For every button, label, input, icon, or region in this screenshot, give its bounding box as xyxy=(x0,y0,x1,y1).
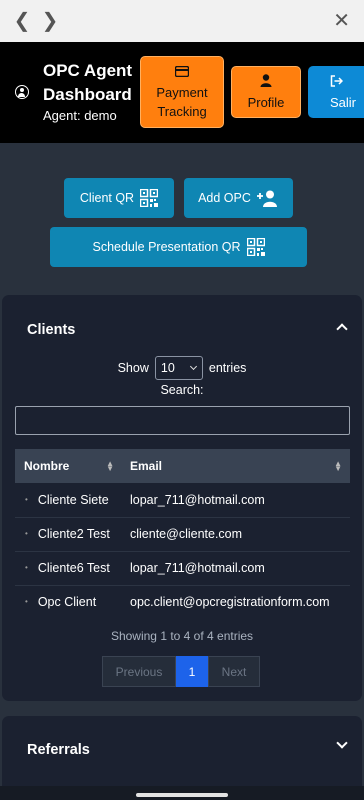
credit-card-icon xyxy=(174,63,190,82)
table-row[interactable]: Opc Client opc.client@opcregistrationfor… xyxy=(15,585,350,619)
clients-title: Clients xyxy=(27,322,76,338)
schedule-presentation-qr-label: Schedule Presentation QR xyxy=(92,240,241,254)
system-nav-bar xyxy=(0,786,364,800)
chevron-up-icon[interactable] xyxy=(336,323,348,335)
schedule-presentation-qr-button[interactable]: Schedule Presentation QR xyxy=(50,227,307,267)
dashboard-content: Client QR Add OPC Schedule Presentation … xyxy=(0,143,364,800)
salir-button[interactable]: Salir xyxy=(308,66,364,118)
payment-tracking-button[interactable]: Payment Tracking xyxy=(140,56,224,128)
client-name: Cliente6 Test xyxy=(15,551,122,585)
add-opc-button[interactable]: Add OPC xyxy=(184,178,293,218)
entries-label: entries xyxy=(208,361,247,375)
clients-panel: Clients Show 10 entries Search: Nombre ▲… xyxy=(2,295,362,701)
payment-tracking-label: Payment Tracking xyxy=(156,85,208,119)
previous-page-button[interactable]: Previous xyxy=(102,656,176,687)
salir-label: Salir xyxy=(330,94,357,110)
user-plus-icon xyxy=(256,190,277,207)
agent-label: Agent: demo xyxy=(43,108,117,123)
entries-select-value: 10 xyxy=(160,361,175,375)
add-opc-label: Add OPC xyxy=(198,191,251,205)
client-email: cliente@cliente.com xyxy=(130,527,243,541)
column-header-nombre-label: Nombre xyxy=(24,459,70,473)
entries-select[interactable]: 10 xyxy=(154,356,203,380)
client-email: opc.client@opcregistrationform.com xyxy=(130,595,330,610)
back-chevron-icon[interactable]: ❮ xyxy=(8,0,36,42)
client-email: lopar_711@hotmail.com xyxy=(130,561,265,575)
column-header-email[interactable]: Email ▲ ▼ xyxy=(122,449,350,483)
entries-control: Show 10 entries xyxy=(2,356,362,380)
search-input[interactable] xyxy=(15,406,350,435)
close-icon[interactable]: ✕ xyxy=(333,0,350,42)
browser-toolbar: ❮ ❯ ✕ xyxy=(0,0,364,42)
client-qr-button[interactable]: Client QR xyxy=(64,178,174,218)
user-icon xyxy=(260,73,272,92)
table-row[interactable]: Cliente6 Test lopar_711@hotmail.com xyxy=(15,551,350,585)
pagination: Previous 1 Next xyxy=(102,656,260,687)
client-name: Cliente Siete xyxy=(15,483,122,517)
table-row[interactable]: Cliente Siete lopar_711@hotmail.com xyxy=(15,483,350,517)
profile-button[interactable]: Profile xyxy=(231,66,301,118)
column-header-email-label: Email xyxy=(130,459,163,473)
qr-code-icon xyxy=(246,238,265,256)
table-row[interactable]: Cliente2 Test cliente@cliente.com xyxy=(15,517,350,551)
sort-icon: ▲ ▼ xyxy=(106,459,114,473)
home-indicator[interactable] xyxy=(136,793,228,797)
forward-chevron-icon[interactable]: ❯ xyxy=(36,0,64,42)
next-page-button[interactable]: Next xyxy=(208,656,260,687)
client-name: Opc Client xyxy=(15,585,122,619)
referrals-panel[interactable]: Referrals xyxy=(2,716,362,796)
dashboard-header: OPC Agent Dashboard Agent: demo Payment … xyxy=(0,42,364,143)
qr-code-icon xyxy=(140,189,159,207)
show-label: Show xyxy=(117,361,149,375)
user-circle-icon xyxy=(15,85,29,99)
page-title: OPC Agent Dashboard xyxy=(43,61,133,104)
table-info: Showing 1 to 4 of 4 entries xyxy=(110,629,254,643)
client-qr-label: Client QR xyxy=(79,191,135,205)
chevron-down-icon[interactable] xyxy=(336,737,348,749)
search-label: Search: xyxy=(160,383,204,397)
referrals-title: Referrals xyxy=(27,742,90,758)
profile-label: Profile xyxy=(247,94,285,110)
chevron-down-icon xyxy=(189,362,197,371)
sort-icon: ▲ ▼ xyxy=(334,459,342,473)
table-header-row: Nombre ▲ ▼ Email ▲ ▼ xyxy=(15,449,350,483)
column-header-nombre[interactable]: Nombre ▲ ▼ xyxy=(15,449,122,483)
client-name: Cliente2 Test xyxy=(15,517,122,551)
page-1-button[interactable]: 1 xyxy=(176,656,208,687)
clients-table: Nombre ▲▼ Email ▲▼ Cliente Siete lopar_7… xyxy=(15,449,350,619)
client-email: lopar_711@hotmail.com xyxy=(130,492,265,507)
sign-out-icon xyxy=(330,73,344,92)
